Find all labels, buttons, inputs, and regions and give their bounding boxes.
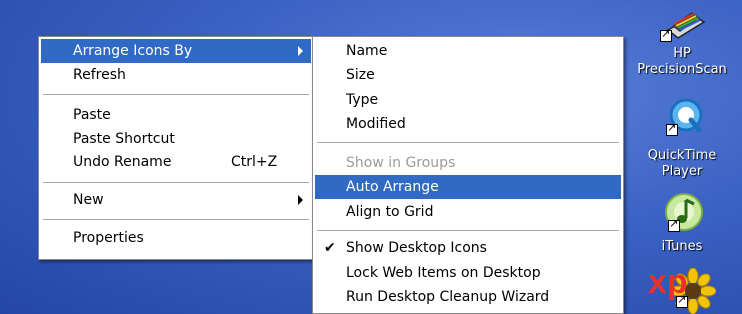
menu-item-paste-shortcut[interactable]: Paste Shortcut bbox=[41, 127, 311, 151]
desktop-context-menu: Arrange Icons By Refresh Paste Paste Sho… bbox=[38, 36, 314, 260]
menu-item-label: Show Desktop Icons bbox=[346, 240, 487, 256]
menu-item-label: Paste bbox=[73, 107, 111, 123]
desktop-icon-label: Player bbox=[661, 164, 703, 179]
shortcut-arrow-icon bbox=[668, 217, 680, 232]
checkmark-icon: ✔ bbox=[324, 240, 336, 256]
menu-item-new[interactable]: New bbox=[41, 188, 311, 212]
submenu-item-modified[interactable]: Modified bbox=[315, 112, 621, 136]
menu-item-label: Properties bbox=[73, 230, 144, 246]
submenu-item-show-in-groups: Show in Groups bbox=[315, 151, 621, 175]
menu-separator bbox=[317, 142, 619, 143]
menu-item-label: Show in Groups bbox=[346, 155, 456, 171]
submenu-item-align-to-grid[interactable]: Align to Grid bbox=[315, 200, 621, 224]
menu-item-label: Type bbox=[346, 92, 379, 108]
submenu-item-type[interactable]: Type bbox=[315, 88, 621, 112]
menu-separator bbox=[43, 219, 309, 220]
menu-item-label: Run Desktop Cleanup Wizard bbox=[346, 289, 550, 305]
shortcut-arrow-icon bbox=[660, 27, 672, 42]
submenu-item-desktop-cleanup-wizard[interactable]: Run Desktop Cleanup Wizard bbox=[315, 285, 621, 309]
menu-item-label: Name bbox=[346, 43, 388, 59]
menu-separator bbox=[43, 94, 309, 95]
menu-item-label: Paste Shortcut bbox=[73, 131, 175, 147]
menu-item-label: Arrange Icons By bbox=[73, 43, 193, 59]
menu-separator bbox=[43, 182, 309, 183]
arrange-icons-submenu: Name Size Type Modified Show in Groups A… bbox=[312, 36, 624, 314]
submenu-item-auto-arrange[interactable]: Auto Arrange bbox=[315, 175, 621, 199]
menu-item-label: Auto Arrange bbox=[346, 179, 439, 195]
menu-item-paste[interactable]: Paste bbox=[41, 103, 311, 127]
desktop-icon-itunes[interactable]: iTunes bbox=[622, 186, 742, 260]
submenu-arrow-icon bbox=[298, 195, 303, 205]
submenu-arrow-icon bbox=[298, 46, 303, 56]
menu-item-properties[interactable]: Properties bbox=[41, 226, 311, 250]
desktop-icon-label: PrecisionScan bbox=[637, 62, 727, 77]
submenu-item-size[interactable]: Size bbox=[315, 63, 621, 87]
desktop-icon-hp-precisionscan[interactable]: HP PrecisionScan bbox=[622, 0, 742, 92]
menu-item-refresh[interactable]: Refresh bbox=[41, 63, 311, 87]
menu-separator bbox=[317, 230, 619, 231]
menu-item-undo-rename[interactable]: Undo Rename Ctrl+Z bbox=[41, 150, 311, 174]
submenu-item-lock-web-items[interactable]: Lock Web Items on Desktop bbox=[315, 261, 621, 285]
menu-item-label: Modified bbox=[346, 116, 406, 132]
menu-item-label: New bbox=[73, 192, 104, 208]
menu-item-label: Lock Web Items on Desktop bbox=[346, 265, 541, 281]
menu-item-label: Align to Grid bbox=[346, 204, 434, 220]
shortcut-arrow-icon bbox=[666, 121, 678, 136]
menu-item-shortcut: Ctrl+Z bbox=[231, 154, 278, 170]
menu-item-arrange-icons-by[interactable]: Arrange Icons By bbox=[41, 39, 311, 63]
menu-item-label: Refresh bbox=[73, 67, 126, 83]
menu-item-label: Undo Rename bbox=[73, 154, 172, 170]
submenu-item-name[interactable]: Name bbox=[315, 39, 621, 63]
desktop-icon-label: HP bbox=[673, 46, 691, 61]
desktop-icon-quicktime-player[interactable]: QuickTime Player bbox=[622, 94, 742, 184]
windows-xp-logo: xp bbox=[648, 263, 688, 301]
submenu-item-show-desktop-icons[interactable]: ✔ Show Desktop Icons bbox=[315, 236, 621, 260]
desktop-icon-label: QuickTime bbox=[647, 148, 717, 163]
menu-item-label: Size bbox=[346, 67, 375, 83]
desktop-icon-label: iTunes bbox=[661, 239, 703, 254]
